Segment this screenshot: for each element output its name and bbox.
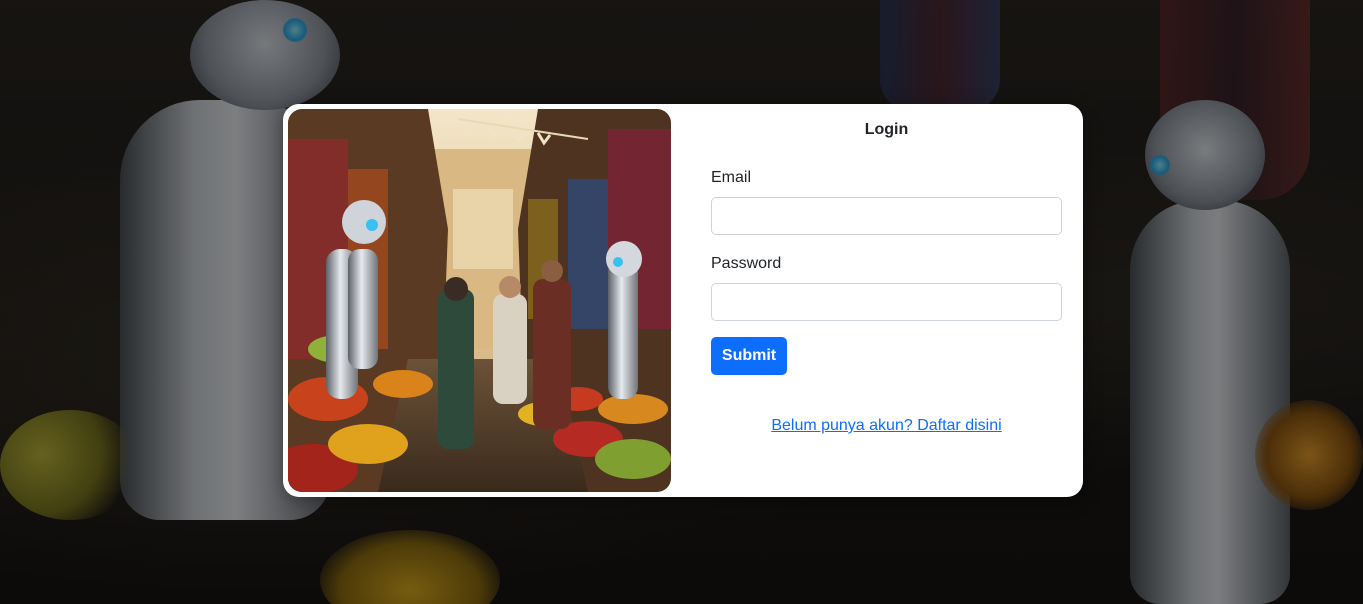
email-label: Email <box>711 169 752 186</box>
password-field[interactable] <box>711 283 1062 321</box>
register-link[interactable]: Belum punya akun? Daftar disini <box>711 417 1062 435</box>
submit-button[interactable]: Submit <box>711 337 787 375</box>
market-illustration <box>288 109 671 492</box>
form-title: Login <box>864 121 909 138</box>
email-field[interactable] <box>711 197 1062 235</box>
password-label: Password <box>711 255 782 272</box>
login-card: Login Email Password Submit Belum punya … <box>283 104 1083 497</box>
